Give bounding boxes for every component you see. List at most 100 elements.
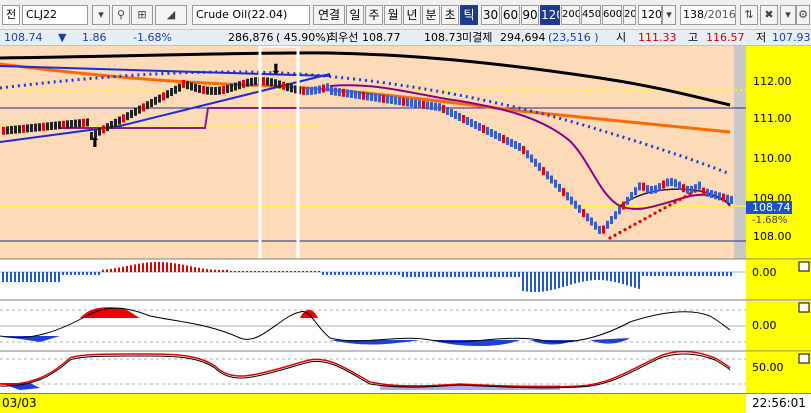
bar-count-field[interactable]: 138/2016 [680,5,736,25]
best-bid-label: 최우선 [328,31,359,44]
tick-60-button[interactable]: 60 [501,5,520,25]
red-dot-marker [663,206,667,210]
change-value: 1.86 [82,31,107,44]
settings-icon[interactable]: ⚙ [796,5,810,25]
tick-90-button[interactable]: 90 [521,5,539,25]
candle [474,121,477,129]
tab-second[interactable]: 초 [441,5,459,25]
close-x-icon[interactable]: ✖ [760,5,778,25]
tick-120-button[interactable]: 120 [540,5,560,25]
panel-2-close-icon[interactable] [798,302,810,313]
histogram-bar [674,272,676,276]
candle [414,99,417,108]
prefix-label[interactable]: 전 [2,5,20,25]
tick-custom-button[interactable]: 200 [623,5,636,25]
candle [614,211,617,220]
chevron-down-icon[interactable]: ▾ [662,5,676,25]
tick-600-button[interactable]: 600 [602,5,622,25]
candle [122,114,125,123]
main-price-panel[interactable] [0,46,746,259]
search-icon[interactable]: ⚲ [112,5,130,25]
candle [230,83,233,92]
tick-30-button[interactable]: 30 [481,5,500,25]
candle [374,93,377,102]
histogram-bar [242,271,244,272]
candle [466,117,469,125]
histogram-bar [442,272,444,277]
candle [358,91,361,100]
oi-change: (23,516 ) [548,31,599,44]
interval-select[interactable]: 120 [638,5,662,25]
histogram-bar [342,272,344,275]
candle [382,94,385,103]
tab-tick[interactable]: 틱 [460,5,478,25]
candle [194,83,197,92]
histogram-bar [382,272,384,275]
histogram-bar [654,272,656,276]
histogram-bar [426,272,428,277]
histogram-bar [582,272,584,282]
calculator-icon[interactable]: ⊞ [131,5,153,25]
price-tag-value: 108.74 [752,201,791,214]
histogram-bar [438,272,440,277]
histogram-bar [134,264,136,272]
histogram-bar [682,272,684,276]
candle [322,84,325,93]
red-dot-marker [633,222,637,226]
tick-200-button[interactable]: 200 [561,5,580,25]
histogram-bar [642,272,644,276]
candle [490,129,493,137]
candle [650,185,653,194]
histogram-bar [434,272,436,277]
red-dot-marker [683,195,687,199]
bidirectional-arrow-icon[interactable]: ⇅ [740,5,758,25]
speaker-icon[interactable]: ◢ [155,5,187,25]
tab-minute[interactable]: 분 [422,5,440,25]
candle [82,118,85,127]
histogram-bar [478,272,480,277]
histogram-bar [594,272,596,281]
symbol-dropdown-icon[interactable]: ▾ [92,5,110,25]
candle [18,125,21,134]
dropdown-arrow-icon[interactable]: ▾ [780,5,796,25]
candle [50,122,53,130]
candle [530,154,533,163]
histogram-bar [614,272,616,283]
candle [578,204,581,213]
histogram-bar [234,271,236,272]
histogram-bar [258,271,260,272]
histogram-bar [250,271,252,272]
histogram-bar [658,272,660,276]
chart-area[interactable]: ⬆ ⬇ 112.00 111.00 110.00 109.00 108.00 1… [0,46,811,393]
candle [326,83,329,92]
tab-month[interactable]: 월 [384,5,402,25]
symbol-code-input[interactable]: CLJ22 [22,5,88,25]
candle [426,101,429,110]
stochastic-panel[interactable] [0,352,746,393]
histogram-bar [174,263,176,272]
candle [590,217,593,226]
tab-day[interactable]: 일 [346,5,364,25]
candle [70,120,73,128]
candle [406,98,409,107]
red-dot-marker [613,233,617,237]
candle [334,87,337,96]
candle [158,94,161,103]
tab-linked[interactable]: 연결 [313,5,345,25]
histogram-bar [598,272,600,281]
last-price: 108.73 [424,31,463,44]
histogram-bar [586,272,588,281]
panel-3-close-icon[interactable] [798,353,810,364]
tab-year[interactable]: 년 [403,5,421,25]
histogram-bar [418,272,420,277]
candle [498,133,501,141]
candle [678,181,681,190]
tab-week[interactable]: 주 [365,5,383,25]
histogram-bar [714,272,716,276]
candle [486,127,489,135]
histogram-bar [454,272,456,277]
histogram-bar [650,272,652,276]
tick-450-button[interactable]: 450 [581,5,601,25]
histogram-bar [222,269,224,272]
panel-1-close-icon[interactable] [798,261,810,272]
